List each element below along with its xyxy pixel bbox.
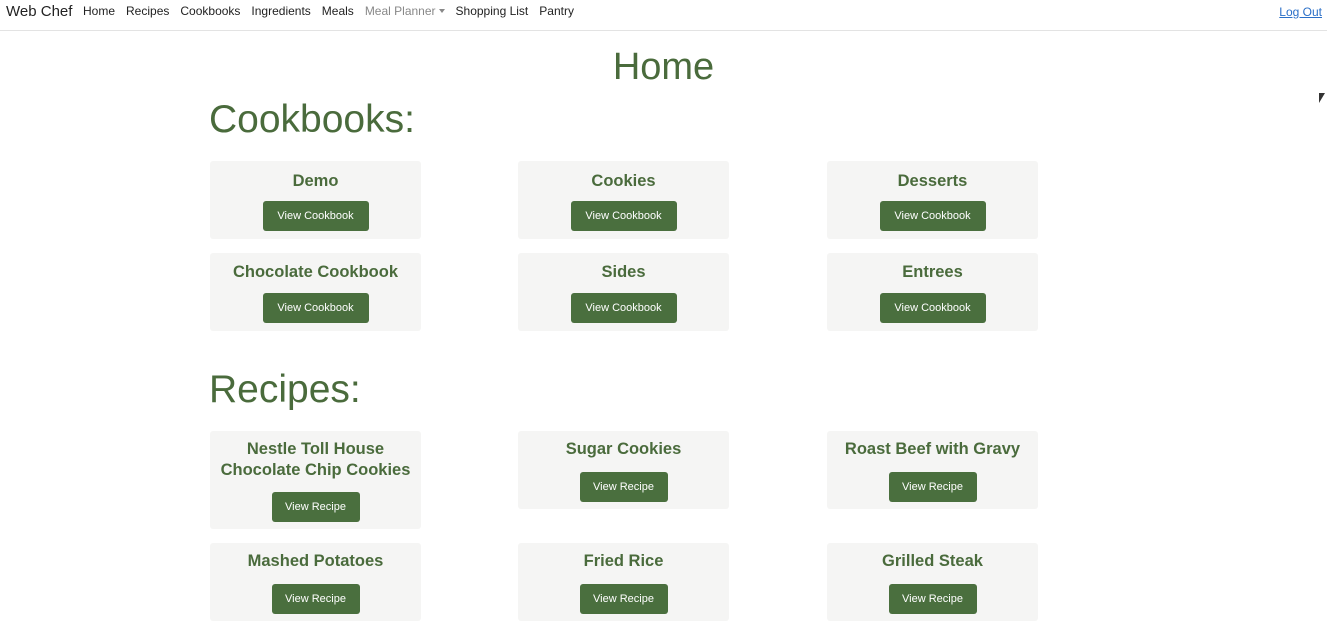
cookbook-title: Chocolate Cookbook bbox=[232, 263, 398, 281]
view-cookbook-button[interactable]: View Cookbook bbox=[879, 293, 986, 323]
nav-recipes[interactable]: Recipes bbox=[126, 4, 169, 18]
cookbook-card: Desserts View Cookbook bbox=[827, 161, 1038, 239]
view-recipe-button[interactable]: View Recipe bbox=[271, 492, 360, 522]
nav-ingredients[interactable]: Ingredients bbox=[251, 4, 310, 18]
view-cookbook-button[interactable]: View Cookbook bbox=[570, 201, 677, 231]
recipe-title: Grilled Steak bbox=[882, 552, 983, 570]
recipe-card: Mashed Potatoes View Recipe bbox=[210, 543, 421, 621]
recipe-card: Fried Rice View Recipe bbox=[518, 543, 729, 621]
view-cookbook-button[interactable]: View Cookbook bbox=[262, 293, 369, 323]
nav-home[interactable]: Home bbox=[83, 4, 115, 18]
recipe-title: Fried Rice bbox=[583, 552, 664, 570]
view-recipe-button[interactable]: View Recipe bbox=[579, 472, 668, 502]
recipe-card: Nestle Toll House Chocolate Chip Cookies… bbox=[210, 431, 421, 529]
cookbook-title: Entrees bbox=[902, 263, 963, 281]
nav-links: Home Recipes Cookbooks Ingredients Meals… bbox=[83, 4, 585, 18]
navbar: Web Chef Home Recipes Cookbooks Ingredie… bbox=[0, 0, 1327, 31]
caret-down-icon bbox=[438, 9, 445, 13]
cookbook-title: Desserts bbox=[897, 172, 968, 190]
nav-meals[interactable]: Meals bbox=[322, 4, 354, 18]
cookbook-title: Demo bbox=[292, 172, 339, 190]
recipe-title: Nestle Toll House Chocolate Chip Cookies bbox=[220, 440, 411, 479]
brand-logo[interactable]: Web Chef bbox=[6, 3, 72, 20]
view-cookbook-button[interactable]: View Cookbook bbox=[262, 201, 369, 231]
nav-meal-planner-dropdown[interactable]: Meal Planner bbox=[365, 4, 445, 18]
cookbooks-heading: Cookbooks: bbox=[209, 98, 415, 141]
cookbook-card: Cookies View Cookbook bbox=[518, 161, 729, 239]
page-title: Home bbox=[612, 46, 715, 88]
cookbook-title: Sides bbox=[601, 263, 646, 281]
cookbook-card: Sides View Cookbook bbox=[518, 253, 729, 331]
view-recipe-button[interactable]: View Recipe bbox=[271, 584, 360, 614]
view-recipe-button[interactable]: View Recipe bbox=[888, 584, 977, 614]
view-recipe-button[interactable]: View Recipe bbox=[579, 584, 668, 614]
recipe-title: Mashed Potatoes bbox=[247, 552, 384, 570]
logout-link[interactable]: Log Out bbox=[1279, 5, 1322, 19]
recipe-title: Roast Beef with Gravy bbox=[844, 440, 1021, 458]
mouse-cursor-icon bbox=[1319, 93, 1325, 103]
cookbook-card: Demo View Cookbook bbox=[210, 161, 421, 239]
recipes-heading: Recipes: bbox=[209, 368, 361, 411]
view-cookbook-button[interactable]: View Cookbook bbox=[570, 293, 677, 323]
cookbook-card: Chocolate Cookbook View Cookbook bbox=[210, 253, 421, 331]
cookbook-title: Cookies bbox=[591, 172, 656, 190]
cookbook-card: Entrees View Cookbook bbox=[827, 253, 1038, 331]
nav-pantry[interactable]: Pantry bbox=[539, 4, 574, 18]
recipe-card: Grilled Steak View Recipe bbox=[827, 543, 1038, 621]
nav-meal-planner-label: Meal Planner bbox=[364, 4, 436, 18]
recipe-title: Sugar Cookies bbox=[565, 440, 682, 458]
recipe-card: Roast Beef with Gravy View Recipe bbox=[827, 431, 1038, 509]
nav-shopping-list[interactable]: Shopping List bbox=[456, 4, 529, 18]
recipe-card: Sugar Cookies View Recipe bbox=[518, 431, 729, 509]
view-recipe-button[interactable]: View Recipe bbox=[888, 472, 977, 502]
view-cookbook-button[interactable]: View Cookbook bbox=[879, 201, 986, 231]
nav-cookbooks[interactable]: Cookbooks bbox=[180, 4, 240, 18]
